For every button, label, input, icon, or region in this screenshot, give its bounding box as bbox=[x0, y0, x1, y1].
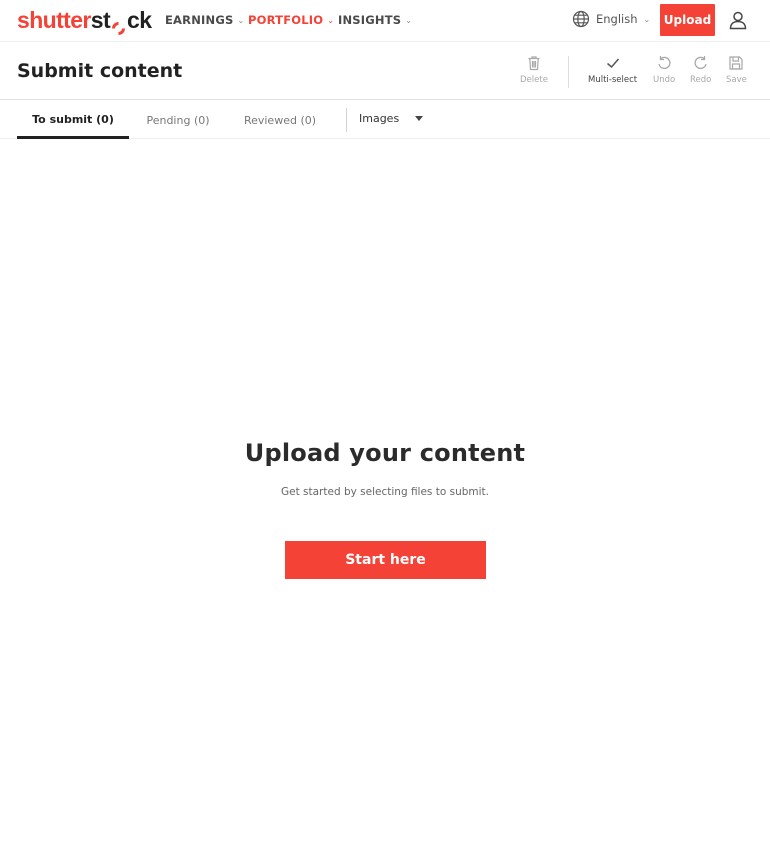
shutterstock-logo[interactable]: shutter st ck bbox=[17, 6, 152, 35]
save-icon bbox=[729, 56, 744, 70]
tab-bar: To submit (0) Pending (0) Reviewed (0) I… bbox=[0, 101, 770, 139]
tab-to-submit[interactable]: To submit (0) bbox=[17, 101, 129, 139]
tab-divider bbox=[346, 108, 347, 132]
nav-insights-label: INSIGHTS bbox=[338, 13, 402, 27]
save-button[interactable]: Save bbox=[726, 55, 747, 85]
nav-earnings-label: EARNINGS bbox=[165, 13, 234, 27]
logo-text-part3: ck bbox=[127, 7, 152, 33]
tab-pending[interactable]: Pending (0) bbox=[138, 101, 218, 139]
chevron-down-icon: ⌄ bbox=[405, 15, 413, 25]
user-icon[interactable] bbox=[728, 10, 748, 30]
chevron-down-icon: ⌄ bbox=[327, 15, 335, 25]
media-type-dropdown[interactable]: Images bbox=[359, 112, 424, 125]
logo-o-mark-icon bbox=[111, 14, 126, 35]
multi-select-button[interactable]: Multi-select bbox=[588, 55, 637, 85]
logo-text-part2: st bbox=[90, 7, 111, 33]
top-nav: shutter st ck EARNINGS ⌄ PORTFOLIO ⌄ INSI… bbox=[0, 0, 770, 42]
empty-state-title: Upload your content bbox=[244, 439, 526, 467]
nav-portfolio[interactable]: PORTFOLIO ⌄ bbox=[248, 13, 334, 27]
caret-down-icon bbox=[415, 116, 424, 121]
delete-label: Delete bbox=[520, 75, 548, 85]
delete-button[interactable]: Delete bbox=[520, 55, 548, 85]
undo-label: Undo bbox=[653, 75, 676, 85]
chevron-down-icon: ⌄ bbox=[643, 14, 651, 24]
multi-select-label: Multi-select bbox=[588, 75, 638, 85]
save-label: Save bbox=[726, 75, 747, 85]
undo-button[interactable]: Undo bbox=[653, 55, 675, 85]
redo-label: Redo bbox=[690, 75, 712, 85]
chevron-down-icon: ⌄ bbox=[237, 15, 245, 25]
globe-icon bbox=[572, 10, 590, 28]
check-icon bbox=[606, 58, 619, 69]
redo-button[interactable]: Redo bbox=[690, 55, 711, 85]
logo-text-part1: shutter bbox=[17, 7, 91, 33]
empty-state-subtitle: Get started by selecting files to submit… bbox=[280, 486, 490, 498]
redo-icon bbox=[694, 56, 707, 70]
language-selector[interactable]: English ⌄ bbox=[572, 10, 650, 28]
upload-button[interactable]: Upload bbox=[660, 4, 715, 36]
toolbar-divider bbox=[568, 56, 569, 88]
tab-reviewed[interactable]: Reviewed (0) bbox=[238, 101, 322, 139]
page-header: Submit content Delete Multi-select Undo … bbox=[0, 43, 770, 100]
language-label: English bbox=[596, 12, 638, 26]
start-here-button[interactable]: Start here bbox=[285, 541, 486, 579]
page-title: Submit content bbox=[17, 60, 183, 82]
trash-icon bbox=[528, 56, 540, 71]
nav-earnings[interactable]: EARNINGS ⌄ bbox=[165, 13, 244, 27]
media-type-value: Images bbox=[359, 112, 400, 125]
nav-insights[interactable]: INSIGHTS ⌄ bbox=[338, 13, 412, 27]
nav-portfolio-label: PORTFOLIO bbox=[248, 13, 324, 27]
undo-icon bbox=[658, 56, 671, 70]
